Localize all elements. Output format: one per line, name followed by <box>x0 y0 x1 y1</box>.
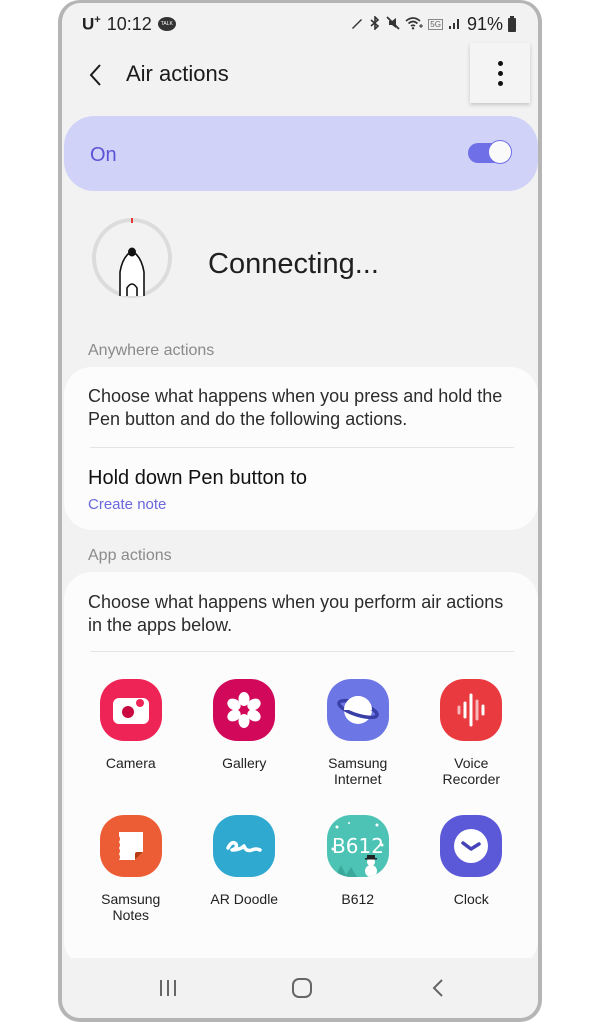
app-actions-description: Choose what happens when you perform air… <box>88 592 504 635</box>
carrier-sup: + <box>94 14 101 27</box>
screen: U+ 10:12 TALK 5G 91% Air actions On Conn… <box>62 3 538 1018</box>
mute-icon <box>386 16 400 33</box>
app-camera[interactable]: Camera <box>74 679 188 787</box>
more-options-button[interactable] <box>470 43 530 103</box>
back-button[interactable] <box>84 61 112 89</box>
section-title-app-actions: App actions <box>88 547 172 564</box>
gallery-flower-icon <box>213 679 276 741</box>
app-grid: Camera Gallery Samsung Internet Voice Re… <box>74 679 528 923</box>
master-switch-bar[interactable]: On <box>64 116 538 191</box>
home-button[interactable] <box>282 974 322 1002</box>
master-switch-label: On <box>90 144 117 166</box>
connection-status-text: Connecting... <box>208 248 379 280</box>
chevron-left-icon <box>89 64 101 86</box>
carrier-label: U+ <box>82 14 101 35</box>
back-icon <box>432 979 443 997</box>
kakaotalk-icon: TALK <box>157 16 176 31</box>
bluetooth-icon <box>369 15 381 33</box>
waveform-icon <box>440 679 503 741</box>
more-vertical-icon-dot <box>497 80 503 86</box>
app-clock[interactable]: Clock <box>415 815 529 923</box>
5g-icon: 5G <box>428 19 443 30</box>
hold-pen-title: Hold down Pen button to <box>88 467 308 489</box>
battery-percent: 91% <box>466 14 503 34</box>
status-bar: U+ 10:12 TALK 5G 91% <box>62 3 538 47</box>
camera-icon <box>99 679 162 741</box>
hold-pen-button-row[interactable]: Hold down Pen button to Create note <box>64 449 538 529</box>
b612-snowman-icon: B612 <box>326 815 389 877</box>
divider <box>90 447 514 448</box>
divider <box>90 651 514 652</box>
anywhere-description: Choose what happens when you press and h… <box>88 386 503 429</box>
app-label: Voice Recorder <box>442 755 501 787</box>
navigation-bar <box>62 958 538 1018</box>
more-vertical-icon-dot <box>497 70 503 76</box>
app-gallery[interactable]: Gallery <box>188 679 302 787</box>
wifi-icon <box>405 16 424 33</box>
planet-icon <box>326 679 389 741</box>
status-left: U+ 10:12 TALK <box>82 14 176 35</box>
app-label: Camera <box>105 755 156 771</box>
app-label: Samsung Notes <box>101 891 161 923</box>
app-label: Samsung Internet <box>328 755 388 787</box>
anywhere-actions-card: Choose what happens when you press and h… <box>64 367 538 530</box>
kakaotalk-text: TALK <box>160 20 173 27</box>
page-title: Air actions <box>126 61 229 86</box>
app-ar-doodle[interactable]: AR Doodle <box>188 815 302 923</box>
master-toggle[interactable] <box>468 140 512 166</box>
s-pen-icon <box>92 218 172 298</box>
app-samsung-notes[interactable]: Samsung Notes <box>74 815 188 923</box>
app-b612[interactable]: B612 B612 <box>301 815 415 923</box>
status-right: 5G 91% <box>350 14 516 35</box>
notes-icon <box>99 815 162 877</box>
nav-back-button[interactable] <box>418 974 458 1002</box>
app-label: B612 <box>341 891 375 907</box>
pen-connection-status: Connecting... <box>62 208 538 308</box>
signal-icon <box>448 16 462 33</box>
phone-frame: U+ 10:12 TALK 5G 91% Air actions On Conn… <box>58 0 542 1022</box>
more-vertical-icon-dot <box>497 60 503 66</box>
pen-icon <box>350 16 364 33</box>
recents-icon <box>160 980 176 996</box>
svg-text:B612: B612 <box>332 834 384 858</box>
doodle-squiggle-icon <box>213 815 276 877</box>
toggle-knob <box>488 140 512 164</box>
app-label: Gallery <box>222 755 267 771</box>
app-actions-card: Choose what happens when you perform air… <box>64 572 538 968</box>
app-label: AR Doodle <box>210 891 279 907</box>
app-samsung-internet[interactable]: Samsung Internet <box>301 679 415 787</box>
app-voice-recorder[interactable]: Voice Recorder <box>415 679 529 787</box>
hold-pen-value: Create note <box>88 496 167 513</box>
carrier-text: U <box>82 14 95 34</box>
clock-icon <box>440 815 503 877</box>
app-label: Clock <box>453 891 489 907</box>
home-icon <box>292 978 312 998</box>
recents-button[interactable] <box>148 974 188 1002</box>
clock-time: 10:12 <box>106 14 152 34</box>
app-bar: Air actions <box>62 43 538 103</box>
section-title-anywhere: Anywhere actions <box>88 342 215 359</box>
battery-icon <box>508 15 516 32</box>
